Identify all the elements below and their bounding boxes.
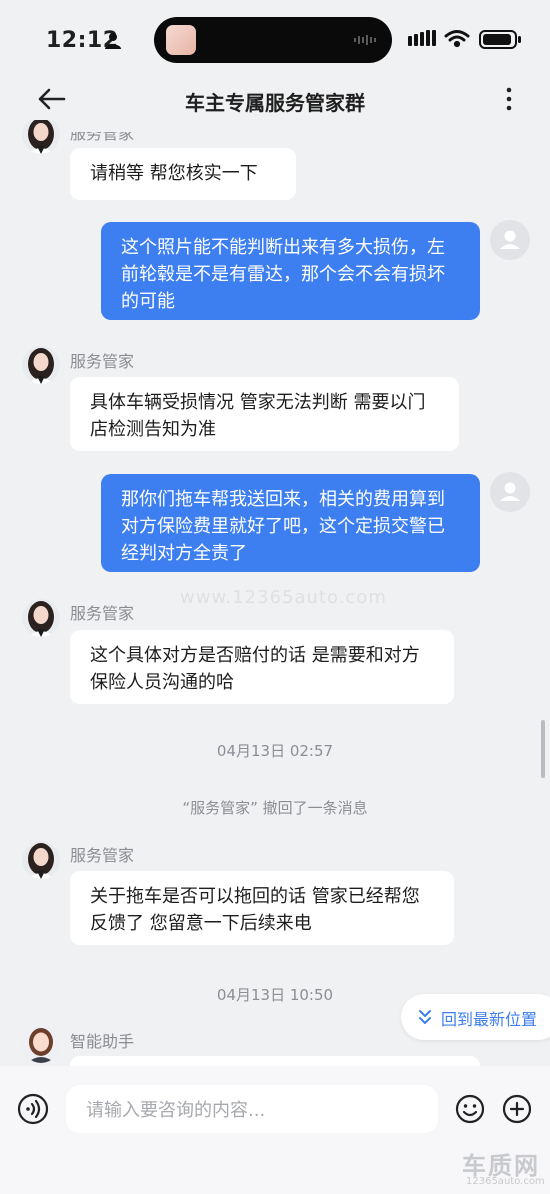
site-logo-url: 12365auto.com <box>466 1176 545 1187</box>
sender-name: 服务管家 <box>70 352 135 371</box>
message-input-field[interactable] <box>66 1085 438 1135</box>
sender-name: 智能助手 <box>70 1032 135 1051</box>
avatar[interactable] <box>22 1025 60 1063</box>
message-bubble-incoming[interactable]: 请稍等 帮您核实一下 <box>70 148 296 200</box>
watermark: www.12365auto.com <box>180 587 387 608</box>
add-circle-icon[interactable] <box>502 1094 532 1124</box>
scrollbar-thumb[interactable] <box>541 720 545 778</box>
system-status-icons <box>408 30 521 49</box>
status-bar: 12:12 <box>0 0 550 80</box>
user-avatar[interactable] <box>490 220 530 260</box>
emoji-icon[interactable] <box>455 1094 485 1124</box>
service-agent-avatar <box>22 599 60 637</box>
chat-title: 车主专属服务管家群 <box>185 91 365 115</box>
avatar[interactable] <box>22 599 60 637</box>
more-vertical-icon[interactable] <box>494 84 524 114</box>
sender-name: 服务管家 <box>70 846 135 865</box>
service-agent-avatar <box>22 841 60 879</box>
service-agent-avatar <box>22 120 60 154</box>
dynamic-island <box>154 17 392 63</box>
message-bubble-outgoing[interactable]: 这个照片能不能判断出来有多大损伤，左前轮毂是不是有雷达，那个会不会有损坏的可能 <box>101 222 480 320</box>
chevron-double-down-icon <box>419 1010 431 1024</box>
avatar[interactable] <box>22 346 60 384</box>
person-icon <box>105 33 121 49</box>
wifi-icon <box>444 30 470 48</box>
battery-icon <box>479 30 521 49</box>
signal-icon <box>408 30 436 46</box>
sender-name: 服务管家 <box>70 124 135 143</box>
message-bubble-incoming[interactable] <box>70 1056 480 1066</box>
recall-notice: “服务管家” 撤回了一条消息 <box>182 799 368 817</box>
avatar[interactable] <box>22 841 60 879</box>
user-avatar[interactable] <box>490 472 530 512</box>
timestamp: 04月13日 02:57 <box>216 742 334 760</box>
service-agent-avatar <box>22 346 60 384</box>
chat-header: 车主专属服务管家群 <box>0 80 550 120</box>
voice-icon[interactable] <box>17 1093 49 1125</box>
message-list[interactable]: 服务管家 请稍等 帮您核实一下 这个照片能不能判断出来有多大损伤，左前轮毂是不是… <box>0 120 550 1066</box>
message-input[interactable] <box>84 1085 428 1135</box>
audio-wave-icon <box>354 35 376 45</box>
composer-bar <box>0 1066 550 1152</box>
jump-to-latest-button[interactable]: 回到最新位置 <box>401 994 550 1040</box>
now-playing-thumbnail <box>166 25 196 55</box>
sender-name: 服务管家 <box>70 604 135 623</box>
message-bubble-incoming[interactable]: 这个具体对方是否赔付的话 是需要和对方保险人员沟通的哈 <box>70 630 454 704</box>
assistant-avatar <box>22 1025 60 1063</box>
avatar[interactable] <box>22 120 60 154</box>
message-bubble-outgoing[interactable]: 那你们拖车帮我送回来，相关的费用算到对方保险费里就好了吧，这个定损交警已经判对方… <box>101 474 480 572</box>
message-bubble-incoming[interactable]: 关于拖车是否可以拖回的话 管家已经帮您反馈了 您留意一下后续来电 <box>70 871 454 945</box>
jump-to-latest-label: 回到最新位置 <box>441 1010 538 1029</box>
message-bubble-incoming[interactable]: 具体车辆受损情况 管家无法判断 需要以门店检测告知为准 <box>70 377 459 451</box>
